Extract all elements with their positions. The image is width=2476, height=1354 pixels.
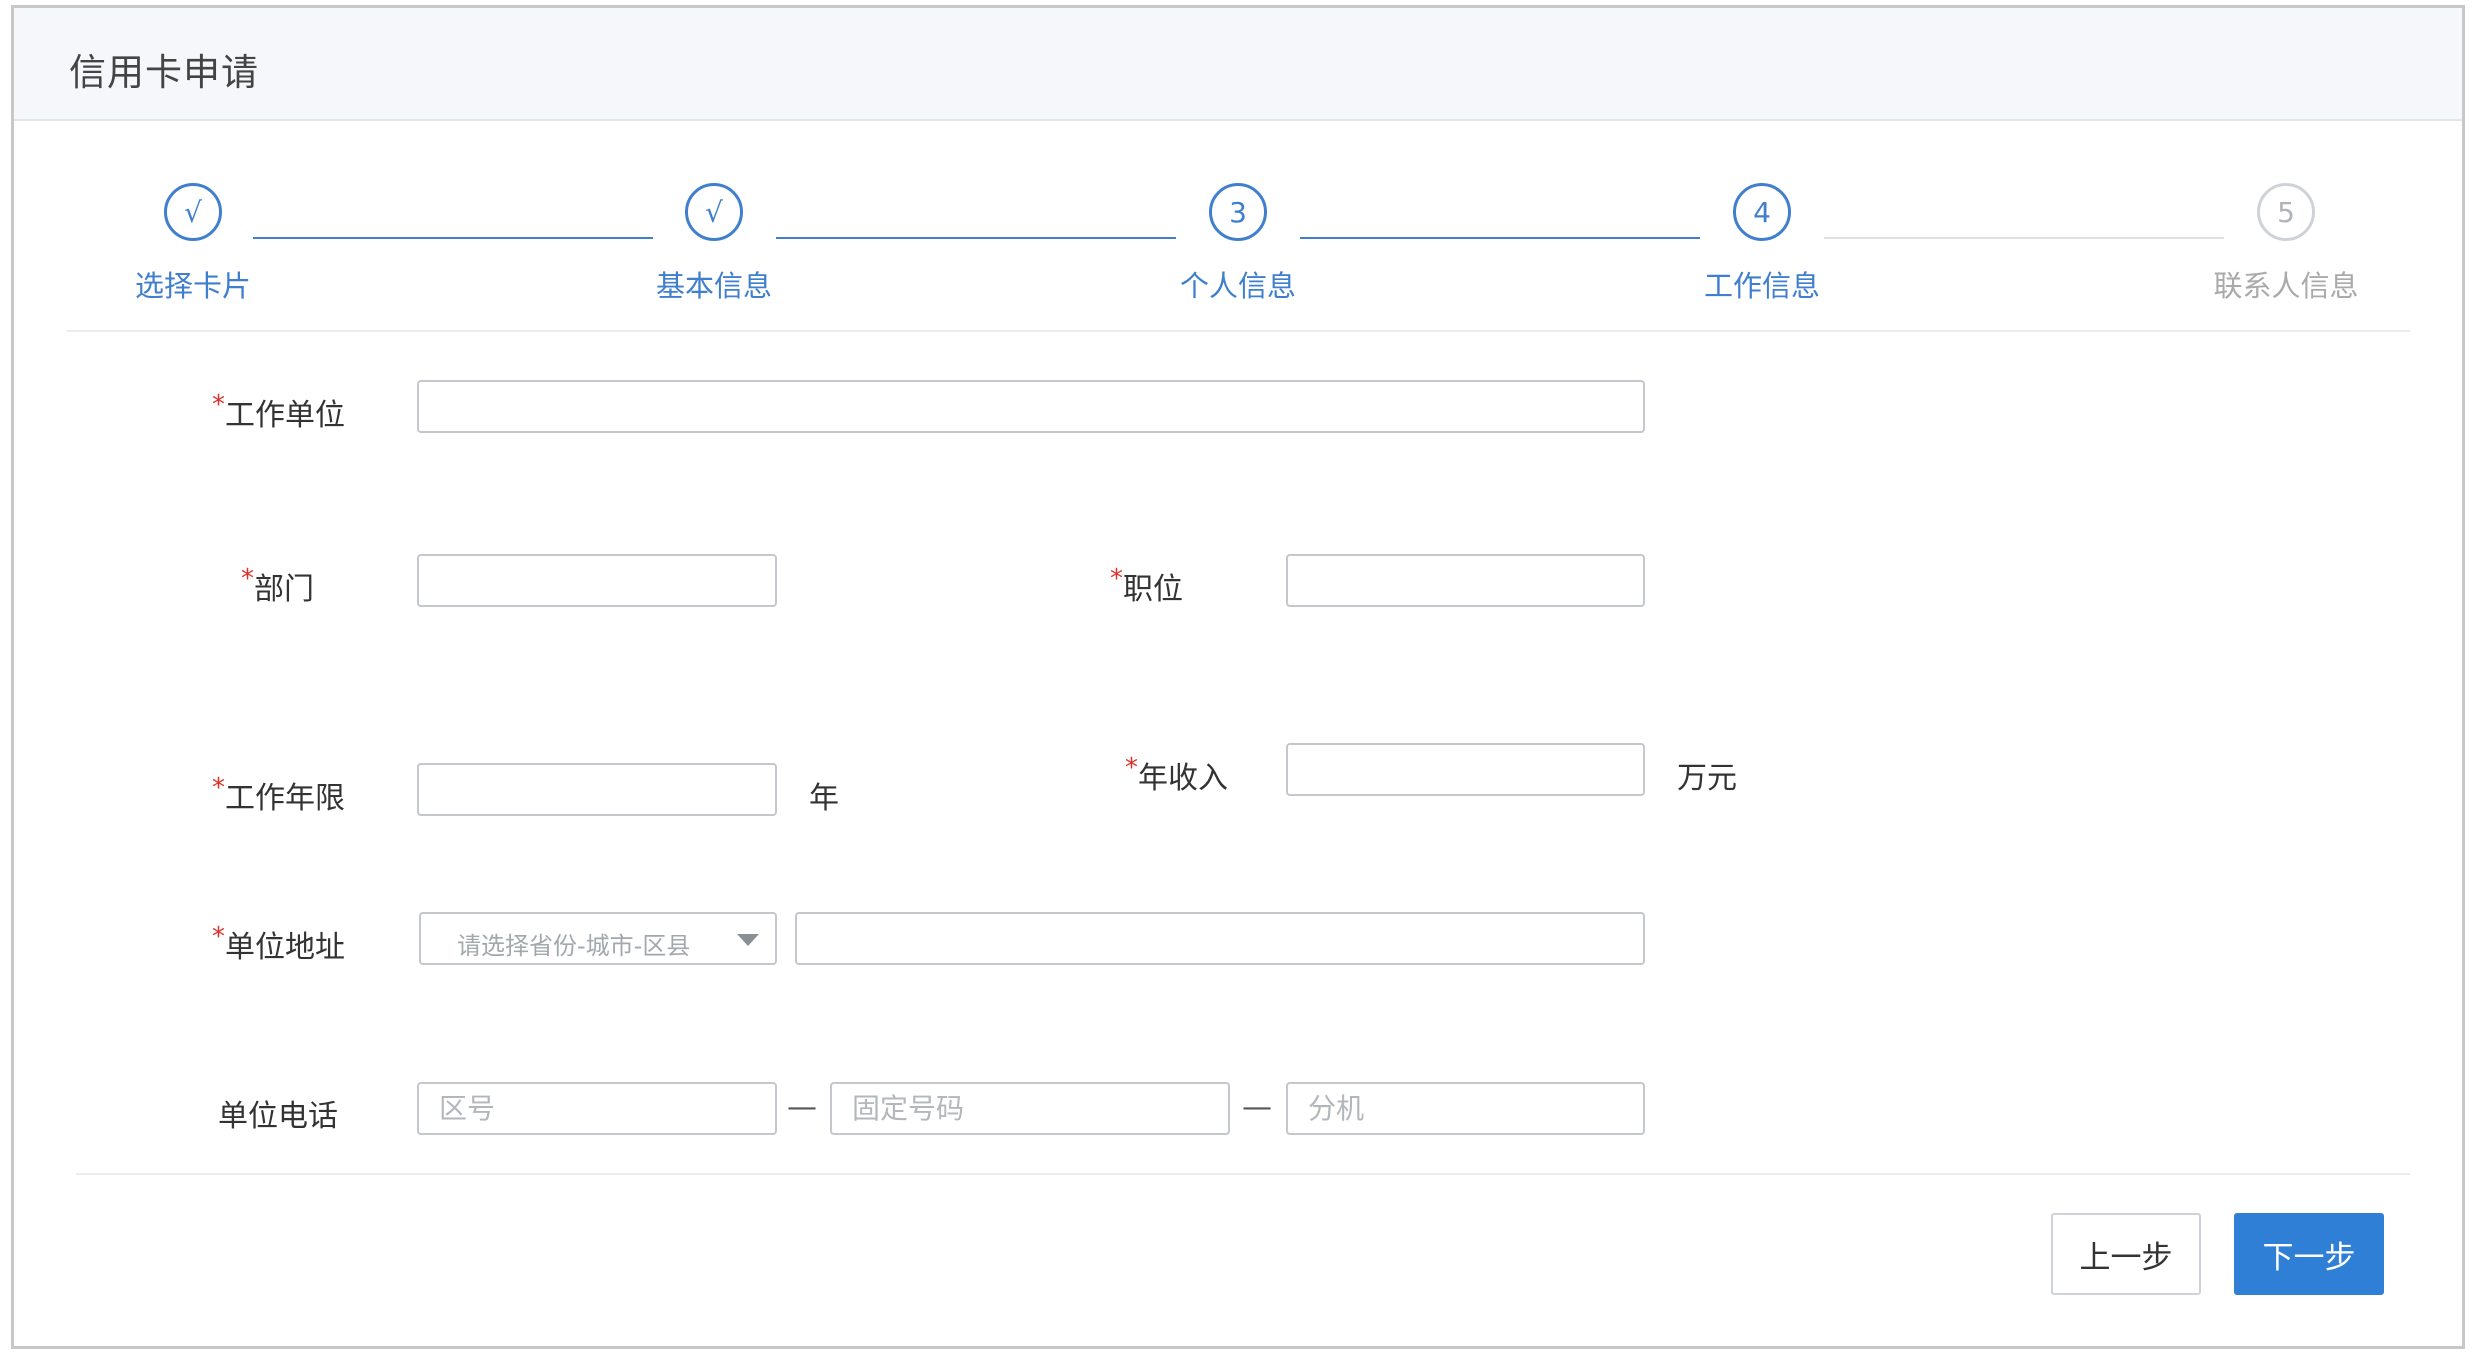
progress-steps: √ 选择卡片 √ 基本信息 3 个人信息 4 工作信息 5 联系人信息	[14, 178, 2462, 308]
step-3-label: 个人信息	[1179, 269, 1297, 303]
work-years-label: *工作年限	[212, 773, 345, 816]
step-3-number: 3	[1209, 183, 1267, 241]
step-2-label: 基本信息	[655, 269, 773, 303]
annual-income-label: *年收入	[1125, 753, 1228, 796]
page-header: 信用卡申请	[14, 8, 2462, 121]
credit-card-application-window: 信用卡申请 √ 选择卡片 √ 基本信息 3 个人信息 4 工作信息 5 联系人信…	[11, 5, 2465, 1349]
step-connector-1	[253, 237, 653, 239]
phone-label: 单位电话	[218, 1099, 338, 1134]
income-unit: 万元	[1677, 761, 1737, 796]
steps-divider	[67, 330, 2410, 332]
position-label: *职位	[1110, 564, 1183, 607]
next-step-button[interactable]: 下一步	[2234, 1213, 2384, 1295]
region-select-placeholder: 请选择省份-城市-区县	[457, 932, 691, 960]
step-4-number: 4	[1733, 183, 1791, 241]
step-connector-4	[1824, 237, 2224, 239]
annual-income-input[interactable]	[1286, 743, 1645, 796]
address-label: *单位地址	[212, 922, 345, 965]
prev-step-button[interactable]: 上一步	[2051, 1213, 2201, 1295]
address-detail-input[interactable]	[795, 912, 1645, 965]
required-mark: *	[241, 564, 254, 594]
work-years-input[interactable]	[417, 763, 777, 816]
position-input[interactable]	[1286, 554, 1645, 607]
page-title: 信用卡申请	[69, 51, 259, 94]
step-1-done-icon: √	[164, 183, 222, 241]
step-5-number: 5	[2257, 183, 2315, 241]
required-mark: *	[1125, 753, 1138, 783]
step-4-label: 工作信息	[1703, 269, 1821, 303]
required-mark: *	[1110, 564, 1123, 594]
step-2-done-icon: √	[685, 183, 743, 241]
department-input[interactable]	[417, 554, 777, 607]
required-mark: *	[212, 773, 225, 803]
company-label: *工作单位	[212, 390, 345, 433]
phone-separator: —	[1242, 1090, 1272, 1125]
area-code-input[interactable]	[417, 1082, 777, 1135]
extension-input[interactable]	[1286, 1082, 1645, 1135]
department-label: *部门	[241, 564, 314, 607]
step-connector-2	[776, 237, 1176, 239]
step-1-label: 选择卡片	[134, 269, 252, 303]
chevron-down-icon	[737, 934, 759, 946]
step-connector-3	[1300, 237, 1700, 239]
required-mark: *	[212, 922, 225, 952]
phone-number-input[interactable]	[830, 1082, 1230, 1135]
phone-separator: —	[787, 1090, 817, 1125]
years-unit: 年	[809, 781, 839, 816]
region-select[interactable]: 请选择省份-城市-区县	[419, 912, 777, 965]
company-input[interactable]	[417, 380, 1645, 433]
step-5-label: 联系人信息	[2213, 269, 2359, 303]
required-mark: *	[212, 390, 225, 420]
footer-divider	[76, 1173, 2410, 1175]
